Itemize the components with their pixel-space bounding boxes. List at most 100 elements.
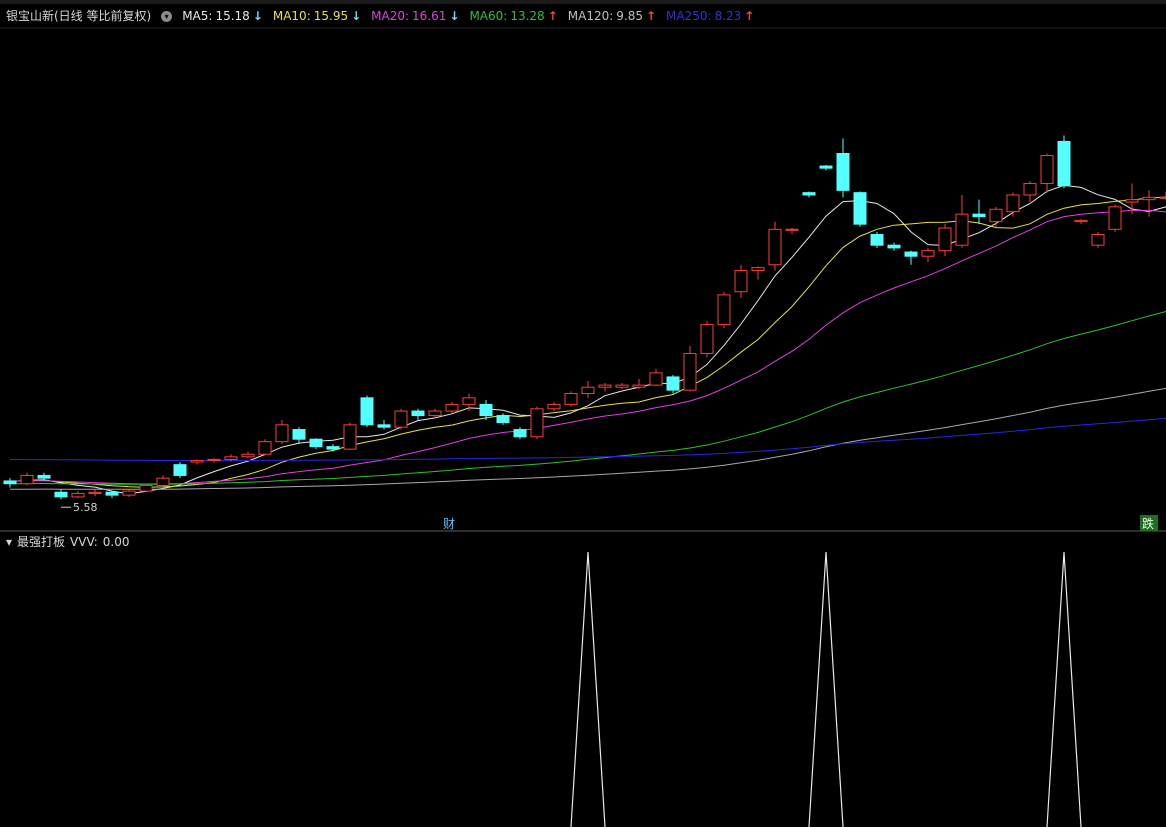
ma-legend-item: MA60: 13.28 ↑	[469, 7, 557, 25]
candle-body-down	[479, 403, 493, 417]
candle-body-down	[802, 192, 816, 196]
indicator-name: 最强打板	[17, 535, 66, 549]
price-panel-header: 银宝山新(日线 等比前复权) ▾ MA5: 15.18 ↓ MA10: 15.95 ↓ MA…	[6, 7, 754, 25]
settings-circle-icon[interactable]: ▾	[161, 10, 173, 22]
candle-body-up	[428, 410, 442, 417]
candle-body-up	[139, 484, 153, 492]
candle-body-up	[564, 393, 578, 405]
candle-body-down	[105, 491, 119, 496]
candle-body-down	[326, 446, 340, 450]
candle-body-up	[190, 459, 204, 463]
candle-body-up	[683, 352, 697, 391]
ma-label: MA10:	[272, 9, 311, 23]
arrow-down-icon: ↓	[351, 9, 362, 23]
candle-body-down	[173, 464, 187, 476]
candle-body-up	[717, 294, 731, 326]
ma250-line	[9, 389, 1166, 461]
candle-body-down	[513, 429, 527, 438]
indicator-panel-header: ▾ 最强打板 VVV: 0.00	[6, 534, 129, 550]
candle-body-up	[751, 267, 765, 272]
indicator-value: 0.00	[102, 535, 130, 549]
candle-body-up	[224, 456, 238, 460]
ma-legend-item: MA120: 9.85 ↑	[568, 7, 656, 25]
candle-body-up	[88, 491, 102, 494]
candle-body-up	[734, 270, 748, 293]
candle-body-up	[530, 408, 544, 438]
ma-label: MA120:	[567, 9, 614, 23]
candle-body-up	[445, 403, 459, 412]
candle-body-up	[1023, 183, 1037, 196]
candle-body-down	[54, 491, 68, 498]
event-tag-die: 跌	[1142, 516, 1154, 531]
candle-body-down	[853, 192, 867, 225]
indicator-settings-icon[interactable]: ▾	[6, 534, 12, 550]
candle-body-up	[1040, 155, 1054, 185]
candle-body-up	[615, 384, 629, 388]
ma-legend: MA5: 15.18 ↓ MA10: 15.95 ↓ MA20: 16.61 ↓ MA60: 13.…	[182, 7, 754, 25]
candle-body-up	[1091, 234, 1105, 246]
ma-value: 15.18	[215, 9, 250, 23]
candle-body-up	[122, 490, 136, 496]
arrow-up-icon: ↑	[744, 9, 755, 23]
vvv-spike	[1046, 551, 1082, 827]
event-tag-cai: 财	[443, 517, 455, 531]
candle-body-down	[411, 410, 425, 417]
ma-label: MA5:	[182, 9, 213, 23]
ma-value: 13.28	[510, 9, 545, 23]
ma-label: MA20:	[371, 9, 410, 23]
candle-body-up	[258, 441, 272, 455]
ma-value: 16.61	[412, 9, 447, 23]
candle-body-down	[292, 429, 306, 440]
candle-body-up	[1108, 206, 1122, 230]
candle-body-up	[156, 477, 170, 486]
candle-body-down	[309, 438, 323, 448]
candle-body-up	[955, 213, 969, 246]
candle-body-up	[20, 474, 34, 485]
candle-body-up	[343, 424, 357, 450]
ma-value: 9.85	[616, 9, 643, 23]
candle-body-up	[1159, 196, 1166, 199]
arrow-up-icon: ↑	[547, 9, 558, 23]
candle-body-down	[377, 424, 391, 428]
candle-body-up	[71, 492, 85, 498]
candle-body-down	[904, 251, 918, 257]
stock-chart: 21.685.58财跌	[0, 27, 1166, 827]
ma-legend-item: MA20: 16.61 ↓	[371, 7, 459, 25]
ma-label: MA60:	[469, 9, 508, 23]
ma-value: 15.95	[313, 9, 349, 23]
ma60-line	[9, 233, 1166, 485]
candle-body-up	[938, 227, 952, 252]
candle-body-up	[207, 458, 221, 461]
indicator-label: VVV:	[70, 535, 98, 549]
candle-body-up	[598, 384, 612, 388]
candle-body-up	[1142, 196, 1156, 201]
candle-body-up	[632, 384, 646, 388]
candle-body-down	[360, 397, 374, 426]
candle-body-up	[547, 403, 561, 410]
candle-body-down	[870, 234, 884, 246]
low-price-label: 5.58	[73, 501, 98, 514]
candle-body-down	[819, 165, 833, 169]
candle-body-up	[1006, 194, 1020, 213]
candle-body-up	[394, 410, 408, 428]
arrow-down-icon: ↓	[449, 9, 460, 23]
candle-body-up	[462, 397, 476, 405]
candle-body-up	[241, 453, 255, 458]
candle-body-down	[37, 474, 51, 479]
candle-body-up	[921, 250, 935, 257]
ma-legend-item: MA5: 15.18 ↓	[182, 7, 263, 25]
candle-body-down	[496, 415, 510, 423]
ma-legend-item: MA10: 15.95 ↓	[273, 7, 361, 25]
candle-body-up	[1125, 199, 1139, 203]
candle-body-up	[768, 228, 782, 266]
ma-label: MA250:	[666, 9, 712, 23]
stock-title: 银宝山新(日线 等比前复权)	[6, 9, 152, 23]
vvv-spike	[570, 551, 606, 827]
candle-body-up	[989, 208, 1003, 223]
candle-body-down	[3, 480, 17, 485]
ma5-line	[9, 96, 1166, 495]
candle-body-down	[836, 152, 850, 191]
candle-body-down	[1057, 140, 1071, 187]
candle-body-up	[785, 228, 799, 231]
ma-value: 8.23	[714, 9, 742, 23]
